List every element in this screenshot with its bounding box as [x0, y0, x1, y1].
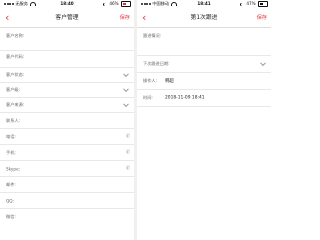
field-followup-status[interactable]: 跟进情况: — [137, 30, 271, 56]
chevron-down-icon — [123, 71, 129, 78]
field-customer-status[interactable]: 客户状态: — [0, 68, 134, 83]
field-label: 下次跟进日期: — [143, 61, 170, 66]
field-next-followup-date[interactable]: 下次跟进日期: — [137, 56, 271, 73]
field-label: 跟进情况: — [143, 33, 162, 38]
battery-icon — [258, 1, 268, 7]
status-bar: 无服务 18:40 46% — [0, 0, 134, 8]
field-customer-level[interactable]: 客户级: — [0, 83, 134, 98]
field-qq[interactable]: QQ: — [0, 193, 134, 209]
nav-bar: ‹ 第1次跟进 保存 — [137, 9, 271, 28]
field-label: Skype: — [6, 166, 21, 171]
field-skype[interactable]: Skype: ✆ — [0, 161, 134, 177]
field-label: 客户代码: — [6, 54, 25, 59]
field-label: QQ: — [6, 198, 15, 203]
field-label: 客户来源: — [6, 102, 25, 107]
field-value: 韩超 — [165, 79, 174, 84]
field-contact[interactable]: 联系人: — [0, 113, 134, 129]
field-email[interactable]: 邮件: — [0, 177, 134, 193]
chevron-down-icon — [123, 101, 129, 108]
field-label: 客户名称: — [6, 33, 25, 38]
followup-form: 跟进情况: 下次跟进日期: 操作人: 韩超 时间: 2018-11-09 18:… — [137, 28, 271, 107]
phone-icon[interactable]: ✆ — [126, 134, 130, 139]
field-wechat[interactable]: 微信: — [0, 209, 134, 225]
field-customer-name[interactable]: 客户名称: — [0, 30, 134, 51]
field-label: 操作人: — [143, 78, 157, 83]
field-label: 邮件: — [6, 181, 16, 187]
field-mobile[interactable]: 手机: ✆ — [0, 145, 134, 161]
field-customer-code[interactable]: 客户代码: — [0, 51, 134, 68]
moon-icon — [104, 3, 107, 6]
page-title: 客户管理 — [55, 15, 79, 21]
field-label: 客户状态: — [6, 72, 25, 77]
chevron-left-icon[interactable]: ‹ — [5, 12, 13, 24]
field-operator: 操作人: 韩超 — [137, 73, 271, 90]
phone-icon[interactable]: ✆ — [126, 166, 130, 171]
field-customer-source[interactable]: 客户来源: — [0, 98, 134, 113]
moon-icon — [241, 3, 244, 6]
field-time: 时间: 2018-11-09 18:41 — [137, 90, 271, 107]
page-title: 第1次跟进 — [190, 15, 218, 21]
status-bar: 中国移动 18:41 47% — [137, 0, 271, 8]
battery-percent: 46% — [109, 1, 119, 6]
field-value: 2018-11-09 18:41 — [165, 95, 205, 101]
nav-bar: ‹ 客户管理 保存 — [0, 9, 134, 28]
chevron-down-icon — [260, 60, 266, 67]
field-label: 电话: — [6, 133, 16, 139]
battery-percent: 47% — [246, 1, 256, 6]
right-screen: 中国移动 18:41 47% ‹ 第1次跟进 保存 跟进情况: 下次跟进日期: … — [137, 0, 271, 240]
field-label: 联系人: — [6, 117, 20, 123]
field-label: 微信: — [6, 214, 16, 219]
field-label: 时间: — [143, 95, 153, 100]
save-button[interactable]: 保存 — [120, 9, 130, 27]
battery-icon — [121, 1, 131, 7]
customer-form: 客户名称: 客户代码: 客户状态: 客户级: 客户来源: 联系人: 电话: ✆ … — [0, 28, 134, 225]
left-screen: 无服务 18:40 46% ‹ 客户管理 保存 客户名称: 客户代码: 客户状态… — [0, 0, 134, 240]
chevron-down-icon — [123, 86, 129, 93]
phone-icon[interactable]: ✆ — [126, 150, 130, 155]
field-telephone[interactable]: 电话: ✆ — [0, 129, 134, 145]
save-button[interactable]: 保存 — [257, 9, 267, 27]
chevron-left-icon[interactable]: ‹ — [142, 12, 150, 24]
field-label: 手机: — [6, 149, 16, 155]
field-label: 客户级: — [6, 87, 20, 92]
